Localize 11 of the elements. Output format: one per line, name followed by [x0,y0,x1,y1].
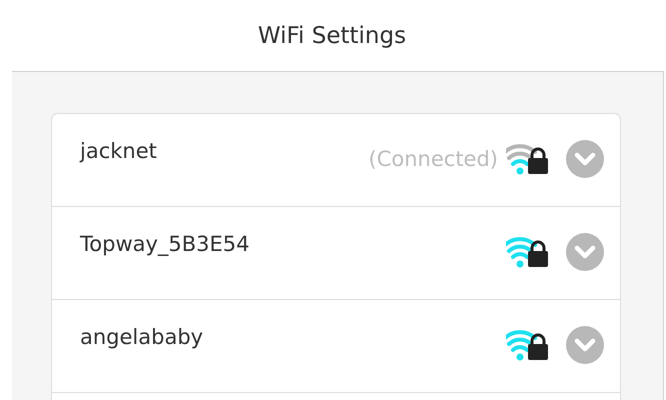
page-title: WiFi Settings [258,22,406,48]
connection-status: (Connected) [368,147,498,171]
network-name: angelababy [80,325,204,349]
chevron-down-icon[interactable] [566,140,604,178]
chevron-down-icon[interactable] [566,233,604,271]
network-row[interactable]: angelababy [52,300,620,393]
chevron-down-icon[interactable] [566,326,604,364]
network-name: Topway_5B3E54 [80,232,251,256]
network-row[interactable]: Topway_5B3E54 [52,207,620,300]
network-name: jacknet [80,139,158,163]
network-row[interactable]: jacknet (Connected) [52,114,620,207]
